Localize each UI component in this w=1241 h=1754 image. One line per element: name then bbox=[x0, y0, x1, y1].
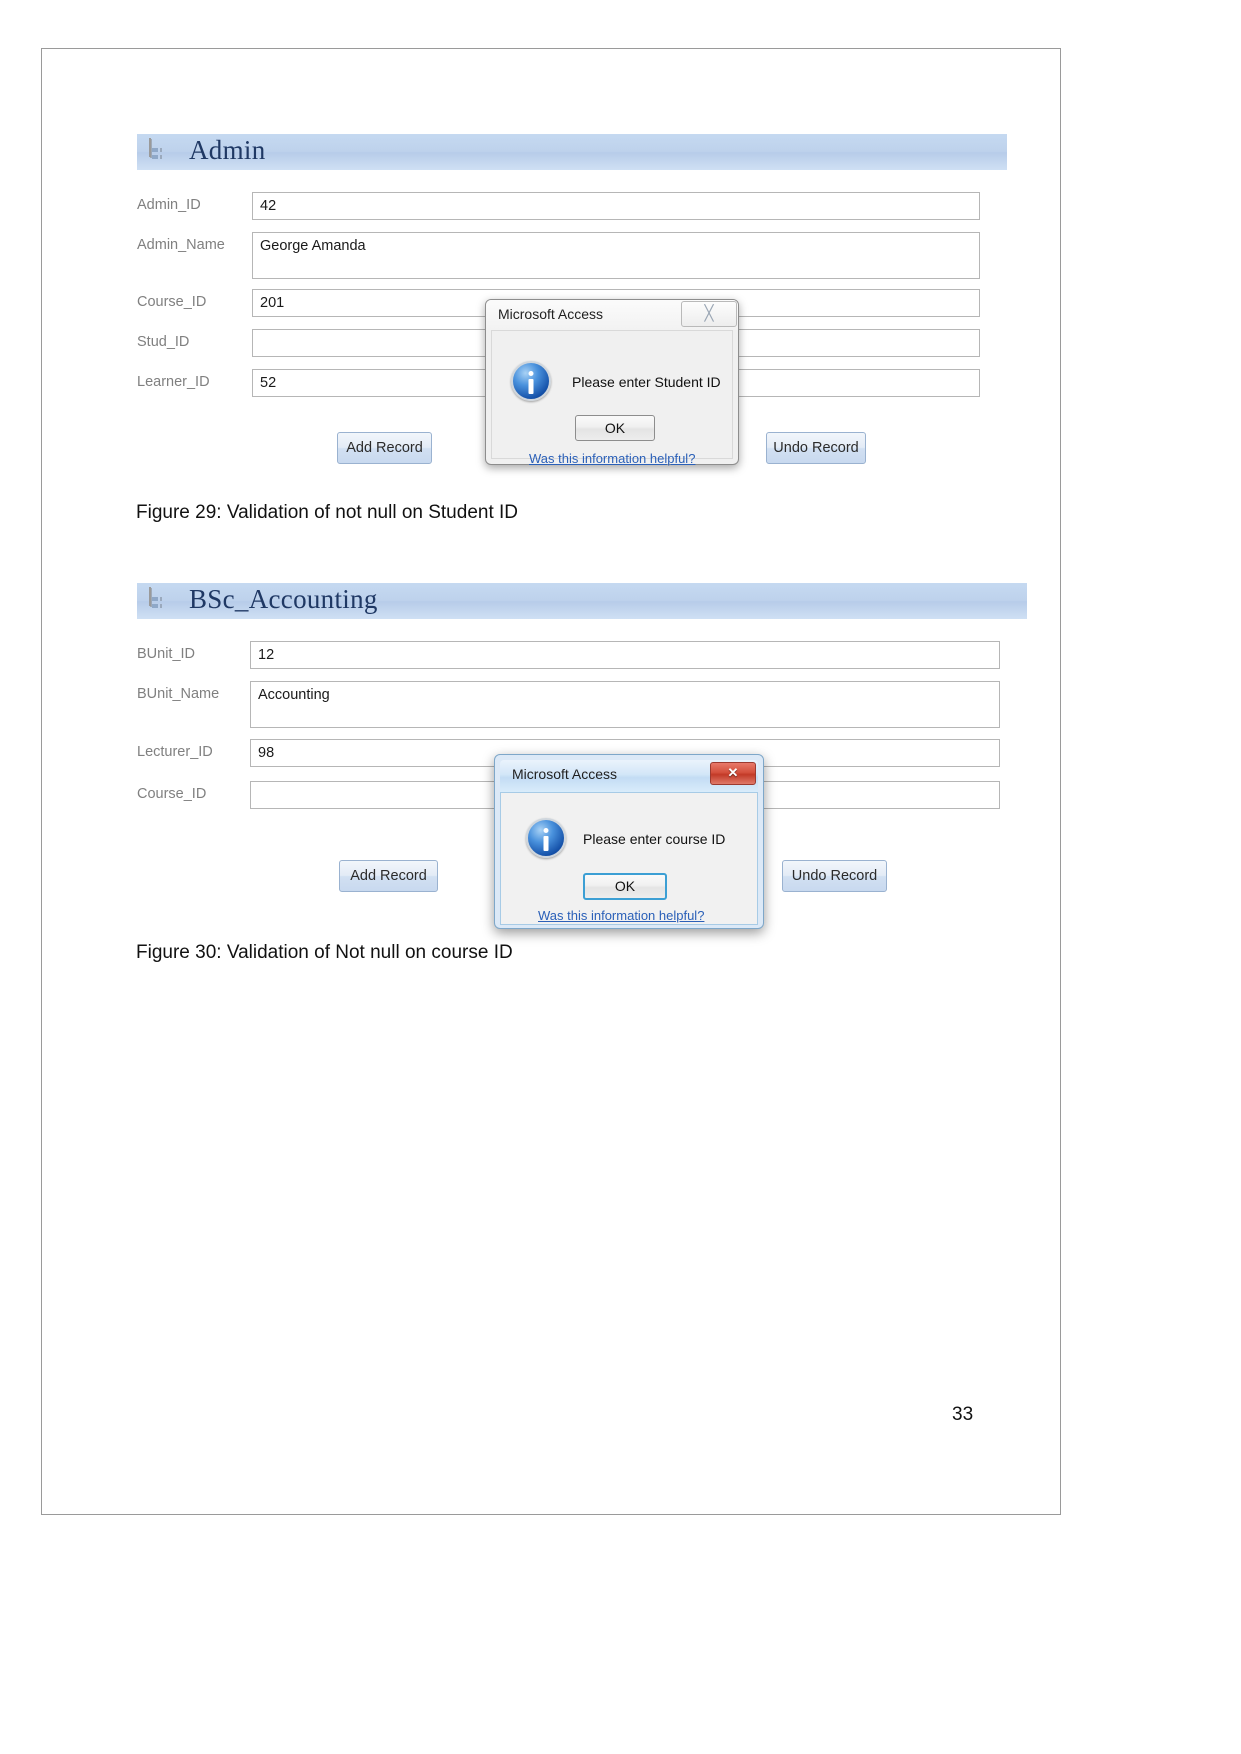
msgbox-title-bar: Microsoft Access ╳ bbox=[486, 300, 738, 330]
undo-record-button[interactable]: Undo Record bbox=[766, 432, 866, 464]
field-row-bunit-id: BUnit_ID 12 bbox=[137, 641, 1000, 669]
form-title: Admin bbox=[189, 135, 266, 165]
page-number: 33 bbox=[952, 1404, 974, 1425]
access-form-icon bbox=[149, 138, 179, 165]
field-label-admin-name: Admin_Name bbox=[137, 237, 225, 253]
field-label-admin-id: Admin_ID bbox=[137, 197, 201, 213]
ok-button[interactable]: OK bbox=[575, 415, 655, 441]
field-row-bunit-name: BUnit_Name Accounting bbox=[137, 681, 1000, 728]
field-label-course-id: Course_ID bbox=[137, 294, 207, 310]
field-label-stud-id: Stud_ID bbox=[137, 334, 190, 350]
msgbox-content: Please enter course ID OK Was this infor… bbox=[500, 792, 758, 925]
access-form-icon bbox=[149, 587, 179, 614]
msgbox-title: Microsoft Access bbox=[512, 766, 618, 782]
information-icon bbox=[526, 818, 566, 858]
field-input-admin-name[interactable]: George Amanda bbox=[252, 232, 980, 279]
ok-button[interactable]: OK bbox=[583, 873, 667, 900]
field-row-admin-id: Admin_ID 42 bbox=[137, 192, 980, 220]
document-page: Admin Admin_ID 42 Admin_Name George Aman… bbox=[41, 48, 1061, 1515]
close-icon[interactable]: ╳ bbox=[681, 301, 737, 327]
add-record-button[interactable]: Add Record bbox=[337, 432, 432, 464]
msgbox-student-id: Microsoft Access ╳ Please enter Student … bbox=[485, 299, 739, 466]
close-icon[interactable]: ✕ bbox=[710, 762, 756, 785]
msgbox-content: Please enter Student ID OK Was this info… bbox=[491, 330, 733, 466]
was-this-information-helpful-link[interactable]: Was this information helpful? bbox=[538, 908, 704, 923]
msgbox-title: Microsoft Access bbox=[498, 306, 604, 322]
field-label-bunit-name: BUnit_Name bbox=[137, 686, 220, 702]
field-input-bunit-name[interactable]: Accounting bbox=[250, 681, 1000, 728]
figure-30-caption: Figure 30: Validation of Not null on cou… bbox=[136, 942, 513, 963]
field-label-learner-id: Learner_ID bbox=[137, 374, 210, 390]
form-header-admin: Admin bbox=[137, 134, 1007, 170]
msgbox-message: Please enter Student ID bbox=[572, 374, 721, 390]
add-record-button[interactable]: Add Record bbox=[339, 860, 438, 892]
msgbox-course-id: Microsoft Access ✕ Please enter course I… bbox=[494, 754, 764, 929]
msgbox-title-bar: Microsoft Access ✕ bbox=[500, 760, 758, 792]
information-icon bbox=[511, 361, 551, 401]
field-input-admin-id[interactable]: 42 bbox=[252, 192, 980, 220]
was-this-information-helpful-link[interactable]: Was this information helpful? bbox=[529, 451, 695, 466]
undo-record-button[interactable]: Undo Record bbox=[782, 860, 887, 892]
msgbox-message: Please enter course ID bbox=[583, 831, 726, 847]
form-header-bsc-accounting: BSc_Accounting bbox=[137, 583, 1027, 619]
figure-29-caption: Figure 29: Validation of not null on Stu… bbox=[136, 502, 519, 523]
field-label-bunit-id: BUnit_ID bbox=[137, 646, 196, 662]
form-title: BSc_Accounting bbox=[189, 584, 378, 614]
field-label-lecturer-id: Lecturer_ID bbox=[137, 744, 213, 760]
field-label-course-id: Course_ID bbox=[137, 786, 207, 802]
field-input-bunit-id[interactable]: 12 bbox=[250, 641, 1000, 669]
field-row-admin-name: Admin_Name George Amanda bbox=[137, 232, 980, 279]
